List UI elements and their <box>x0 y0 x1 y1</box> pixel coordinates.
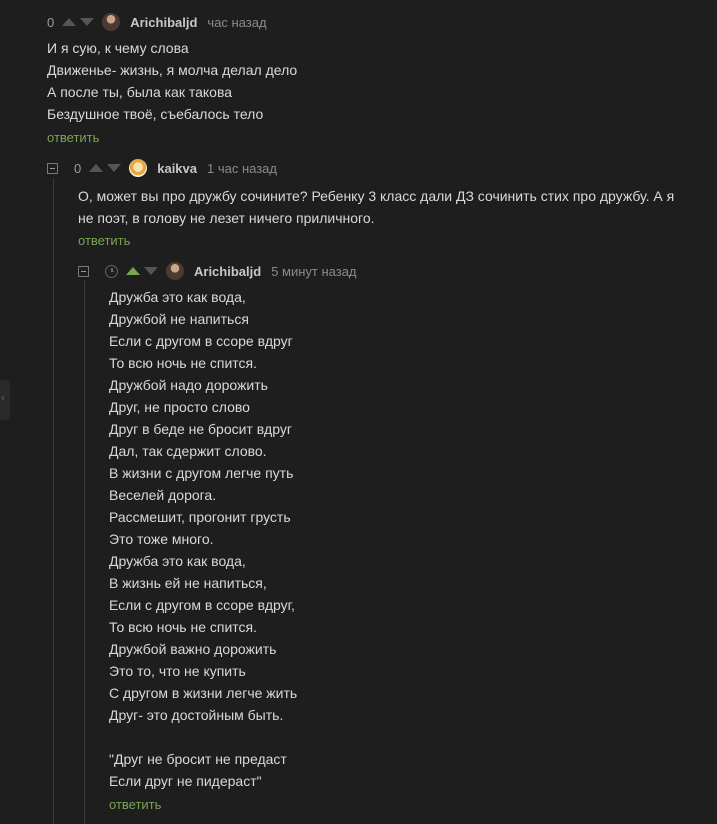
comment-line: "Друг не бросит не предаст <box>109 751 287 767</box>
comment-line: В жизни с другом легче путь <box>109 465 294 481</box>
comment-line: Друг в беде не бросит вдруг <box>109 421 292 437</box>
upvote-icon[interactable] <box>89 164 104 172</box>
comment-line: О, может вы про дружбу сочините? Ребенку… <box>78 188 675 204</box>
timestamp[interactable]: 1 час назад <box>207 161 277 176</box>
comment-line: Бездушное твоё, съебалось тело <box>47 106 264 122</box>
comment-line <box>109 726 297 748</box>
comment-line: Веселей дорога. <box>109 487 217 503</box>
comment-header: 0 kaikva 1 час назад <box>47 158 277 178</box>
timestamp[interactable]: 5 минут назад <box>271 264 356 279</box>
downvote-icon[interactable] <box>80 18 95 26</box>
downvote-icon[interactable] <box>144 267 158 275</box>
avatar[interactable] <box>166 262 184 280</box>
reply-link[interactable]: ответить <box>78 233 130 248</box>
avatar[interactable] <box>102 13 121 31</box>
reply-link[interactable]: ответить <box>47 130 99 145</box>
avatar[interactable] <box>129 159 148 177</box>
comment-line: Если друг не пидераст" <box>109 773 262 789</box>
comment-line: С другом в жизни легче жить <box>109 685 298 701</box>
comment-line: Друг- это достойным быть. <box>109 707 284 723</box>
username[interactable]: Arichibaljd <box>194 264 261 279</box>
comment-body: И я сую, к чему слова Движенье- жизнь, я… <box>47 37 297 125</box>
comment-line: Дружбой важно дорожить <box>109 641 277 657</box>
upvote-icon[interactable] <box>62 18 77 26</box>
comment-line: И я сую, к чему слова <box>47 40 189 56</box>
comment-line: Рассмешит, прогонит грусть <box>109 509 291 525</box>
comment-line: не поэт, в голову не лезет ничего прилич… <box>78 210 375 226</box>
comment-line: Дружба это как вода, <box>109 553 246 569</box>
comment-line: Дал, так сдержит слово. <box>109 443 267 459</box>
comment-line: В жизнь ей не напиться, <box>109 575 267 591</box>
clock-icon <box>105 264 118 278</box>
username[interactable]: Arichibaljd <box>130 15 197 30</box>
comment-body: О, может вы про дружбу сочините? Ребенку… <box>78 185 674 229</box>
username[interactable]: kaikva <box>157 161 197 176</box>
comment-line: Это то, что не купить <box>109 663 246 679</box>
rating-value: 0 <box>74 160 82 176</box>
comment-line: Это тоже много. <box>109 531 214 547</box>
comment-line: Если с другом в ссоре вдруг <box>109 333 293 349</box>
collapse-icon[interactable] <box>47 162 58 174</box>
comment-line: Дружбой не напиться <box>109 311 249 327</box>
downvote-icon[interactable] <box>107 164 122 172</box>
timestamp[interactable]: час назад <box>207 15 266 30</box>
reply-link[interactable]: ответить <box>109 797 161 812</box>
handle-icon: ‹ <box>1 392 5 404</box>
comment-header: Arichibaljd 5 минут назад <box>78 261 357 281</box>
upvote-icon[interactable] <box>126 267 140 275</box>
comment-line: А после ты, была как такова <box>47 84 233 100</box>
comment-line: Если с другом в ссоре вдруг, <box>109 597 295 613</box>
comment-body: Дружба это как вода, Дружбой не напиться… <box>109 286 297 792</box>
thread-line <box>84 280 85 824</box>
comment-line: То всю ночь не спится. <box>109 619 258 635</box>
comment-line: Дружбой надо дорожить <box>109 377 268 393</box>
comment-line: Дружба это как вода, <box>109 289 246 305</box>
comment-line: То всю ночь не спится. <box>109 355 258 371</box>
comment-header: 0 Arichibaljd час назад <box>47 12 267 32</box>
thread-line <box>53 178 54 824</box>
comment-line: Движенье- жизнь, я молча делал дело <box>47 62 298 78</box>
collapse-icon[interactable] <box>78 265 89 277</box>
rating-value: 0 <box>47 14 55 30</box>
comment-line: Друг, не просто слово <box>109 399 250 415</box>
side-panel-handle[interactable]: ‹ <box>0 380 10 420</box>
